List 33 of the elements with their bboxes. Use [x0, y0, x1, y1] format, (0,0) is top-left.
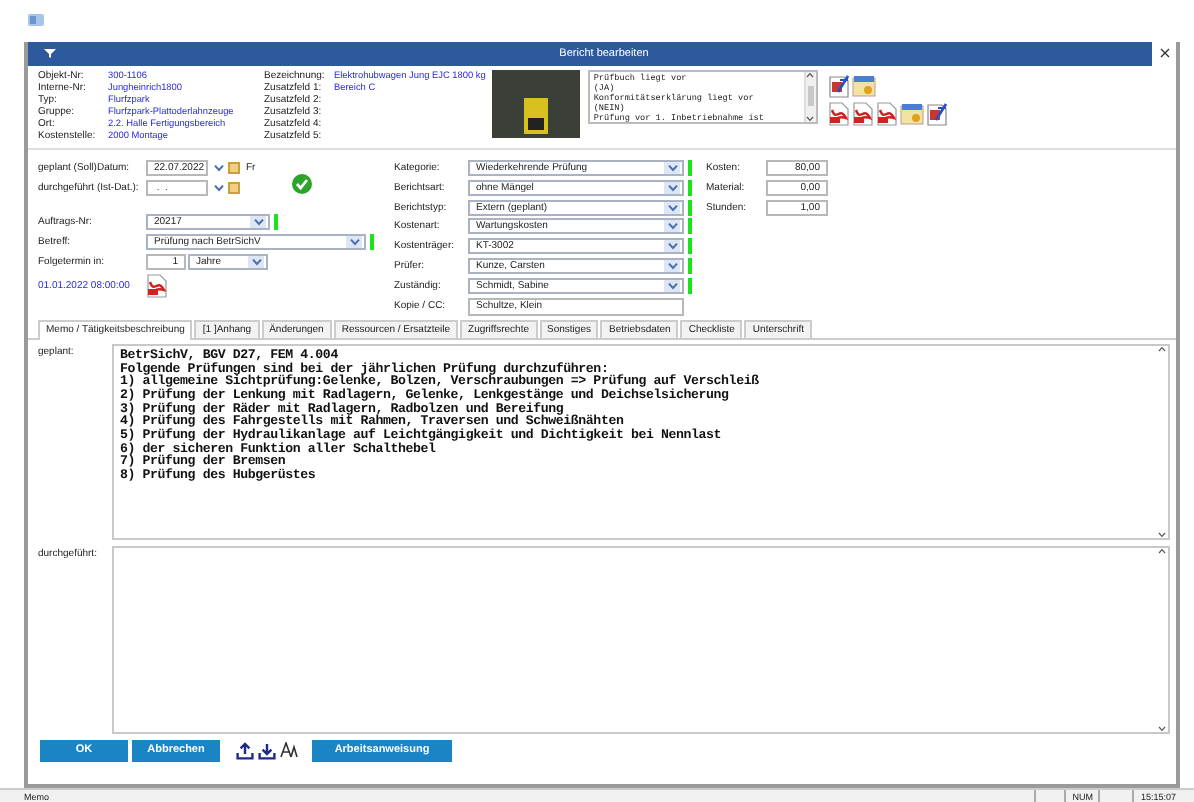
scroll-up-icon[interactable]	[806, 71, 815, 78]
pdf-file-icon[interactable]	[875, 101, 898, 126]
dropdown-arrow-icon[interactable]	[664, 201, 680, 214]
scroll-down-icon[interactable]	[1157, 531, 1165, 538]
dropdown-arrow-icon[interactable]	[664, 161, 680, 174]
close-icon[interactable]	[1159, 48, 1169, 59]
dropdown-arrow-icon[interactable]	[664, 240, 680, 253]
download-icon[interactable]	[258, 741, 276, 760]
app-icon[interactable]	[28, 14, 44, 27]
scroll-down-icon[interactable]	[806, 115, 815, 122]
dropdown-arrow-icon[interactable]	[664, 220, 680, 233]
dropdown-arrow-icon[interactable]	[664, 280, 680, 293]
document-edit-icon[interactable]	[925, 101, 948, 126]
dropdown-arrow-icon[interactable]	[664, 260, 680, 273]
dropdown-arrow-icon[interactable]	[250, 215, 266, 228]
filter-icon[interactable]	[44, 48, 56, 59]
dropdown-arrow-icon[interactable]	[248, 255, 264, 268]
document-edit-icon[interactable]	[827, 73, 850, 98]
certificate-icon[interactable]	[899, 101, 924, 126]
photo-placeholder	[491, 69, 580, 138]
scroll-down-icon[interactable]	[1157, 725, 1165, 732]
scroll-up-icon[interactable]	[1157, 345, 1165, 352]
memo-textarea[interactable]	[112, 343, 1170, 540]
pdf-file-icon[interactable]	[851, 101, 874, 126]
dropdown-arrow-icon[interactable]	[664, 181, 680, 194]
pdf-file-icon[interactable]	[145, 273, 168, 298]
font-size-icon[interactable]	[280, 742, 298, 759]
scroll-up-icon[interactable]	[1157, 547, 1165, 554]
check-icon	[292, 173, 312, 194]
upload-icon[interactable]	[236, 741, 254, 760]
certificate-icon[interactable]	[851, 73, 876, 98]
pdf-file-icon[interactable]	[827, 101, 850, 126]
dropdown-arrow-icon[interactable]	[346, 235, 362, 248]
